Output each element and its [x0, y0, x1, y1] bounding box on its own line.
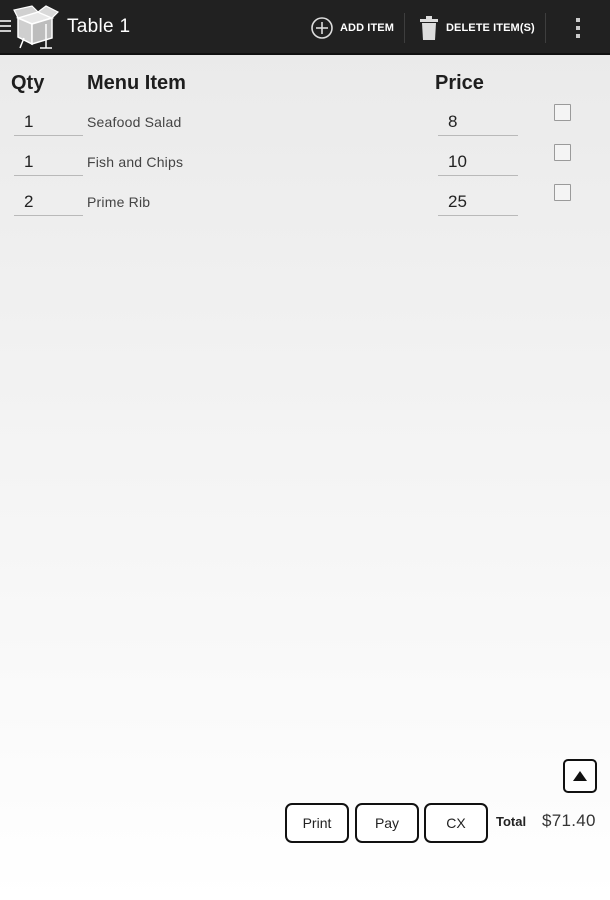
column-header-qty: Qty [11, 72, 45, 94]
action-bar: Table 1 ADD ITEM DELETE ITEM(S) [0, 0, 610, 55]
menu-item-name: Seafood Salad [87, 114, 182, 130]
qty-field[interactable] [14, 188, 83, 216]
add-item-button[interactable]: ADD ITEM [310, 12, 394, 44]
print-button[interactable]: Print [285, 803, 349, 843]
row-select-checkbox[interactable] [554, 144, 571, 161]
table-row: Prime Rib [0, 184, 610, 228]
price-field[interactable] [438, 148, 518, 176]
row-select-checkbox[interactable] [554, 184, 571, 201]
menu-item-name: Prime Rib [87, 194, 151, 210]
column-header-menu-item: Menu Item [87, 72, 186, 94]
pay-button[interactable]: Pay [355, 803, 419, 843]
plus-circle-icon [311, 17, 333, 39]
total-label: Total [496, 814, 527, 829]
delete-items-button[interactable]: DELETE ITEM(S) [418, 12, 535, 44]
page-title: Table 1 [67, 16, 131, 37]
price-field[interactable] [438, 188, 518, 216]
action-divider [404, 13, 405, 43]
qty-field[interactable] [14, 148, 83, 176]
action-divider [545, 13, 546, 43]
delete-items-label: DELETE ITEM(S) [446, 22, 535, 34]
add-item-label: ADD ITEM [340, 22, 394, 34]
cx-button[interactable]: CX [424, 803, 488, 843]
trash-icon [420, 16, 438, 40]
triangle-up-icon [573, 771, 587, 781]
more-vertical-icon[interactable] [568, 14, 588, 42]
menu-item-name: Fish and Chips [87, 154, 184, 170]
scroll-up-button[interactable] [563, 759, 597, 793]
takeout-box-icon[interactable] [12, 4, 60, 50]
row-select-checkbox[interactable] [554, 104, 571, 121]
table-row: Seafood Salad [0, 104, 610, 148]
price-field[interactable] [438, 108, 518, 136]
column-header-price: Price [435, 72, 484, 94]
total-value: $71.40 [542, 811, 596, 830]
table-row: Fish and Chips [0, 144, 610, 188]
qty-field[interactable] [14, 108, 83, 136]
drawer-menu-icon[interactable] [0, 20, 11, 34]
